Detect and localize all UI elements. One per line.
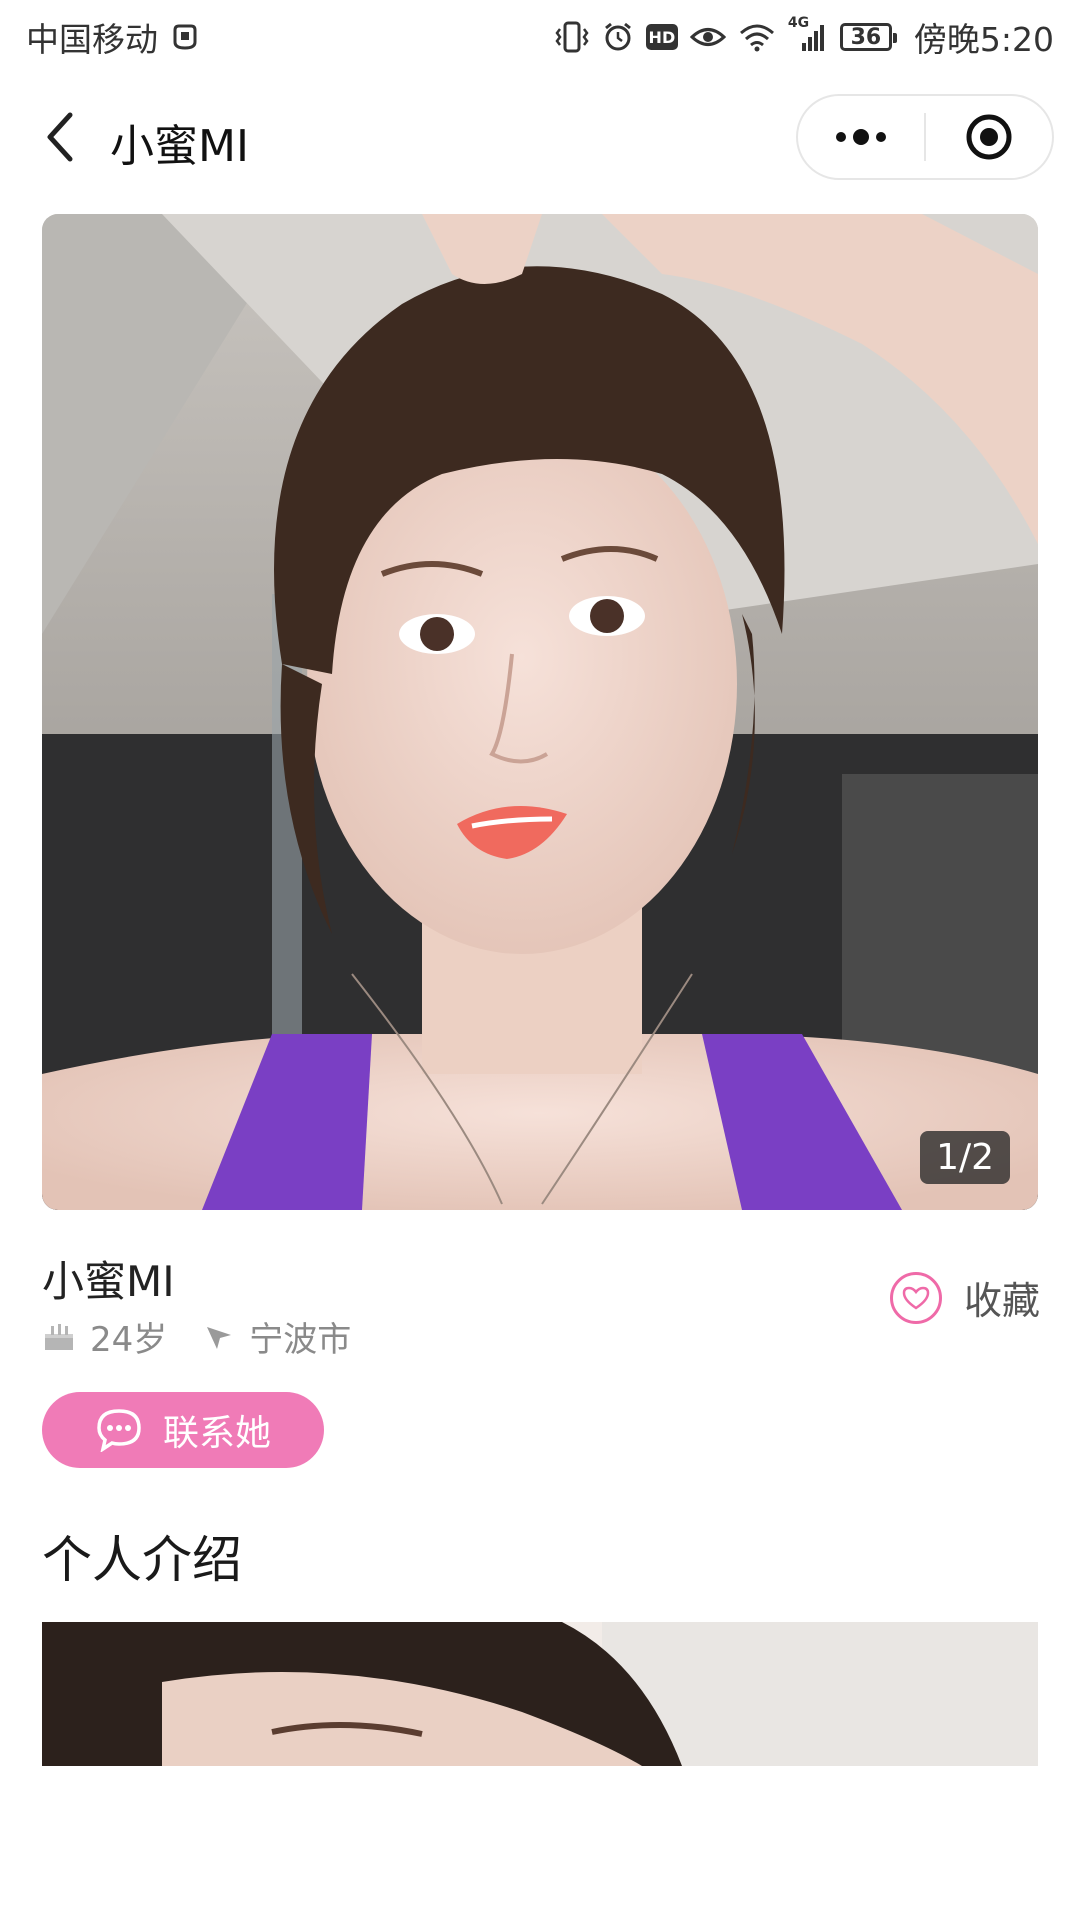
contact-her-button[interactable]: 联系她 (42, 1392, 324, 1468)
intro-photo (42, 1622, 1038, 1766)
back-button[interactable] (30, 102, 90, 172)
favorite-button[interactable]: 收藏 (889, 1270, 1040, 1325)
signal-icon: 4G (788, 15, 828, 53)
chat-bubble-icon (97, 1409, 141, 1452)
carrier-label: 中国移动 (26, 20, 158, 59)
profile-page: 中国移动 HD 4G 36 傍晚5:20 小蜜MI 1/2 小蜜MI 24岁 宁… (0, 0, 1080, 1920)
profile-meta: 24岁 宁波市 (42, 1312, 387, 1361)
vibrate-icon (554, 20, 590, 54)
battery-icon: 36 (839, 23, 897, 51)
age-item: 24岁 (42, 1312, 167, 1361)
section-title-intro: 个人介绍 (42, 1531, 242, 1589)
favorite-label: 收藏 (963, 1279, 1040, 1323)
eye-icon (689, 24, 726, 50)
city-item: 宁波市 (203, 1312, 351, 1361)
wifi-icon (738, 22, 776, 52)
profile-photo-carousel[interactable]: 1/2 (42, 214, 1038, 1210)
contact-label: 联系她 (162, 1413, 271, 1454)
cake-icon (45, 1323, 73, 1350)
notification-icon (170, 22, 200, 52)
back-arrow-icon (47, 112, 73, 162)
profile-name: 小蜜MI (42, 1257, 175, 1306)
more-button[interactable] (798, 96, 924, 178)
nav-bar: 小蜜MI (0, 74, 1080, 204)
page-title: 小蜜MI (110, 121, 249, 172)
heart-icon (889, 1271, 942, 1324)
more-dots-icon (836, 129, 886, 145)
alarm-icon (602, 21, 634, 53)
network-type-label: 4G (787, 15, 810, 31)
clock: 傍晚5:20 (913, 20, 1054, 59)
status-bar: 中国移动 HD 4G 36 傍晚5:20 (0, 0, 1080, 74)
profile-photo (42, 214, 1038, 1210)
battery-level: 36 (850, 24, 882, 50)
location-arrow-icon (207, 1326, 232, 1349)
age-label: 24岁 (90, 1320, 168, 1360)
miniprogram-capsule (796, 94, 1054, 180)
hd-icon: HD (645, 24, 678, 50)
city-label: 宁波市 (249, 1320, 352, 1360)
close-miniprogram-button[interactable] (926, 96, 1052, 178)
photo-counter: 1/2 (920, 1131, 1010, 1184)
target-close-icon (966, 114, 1012, 160)
intro-photo-image (42, 1622, 1038, 1766)
